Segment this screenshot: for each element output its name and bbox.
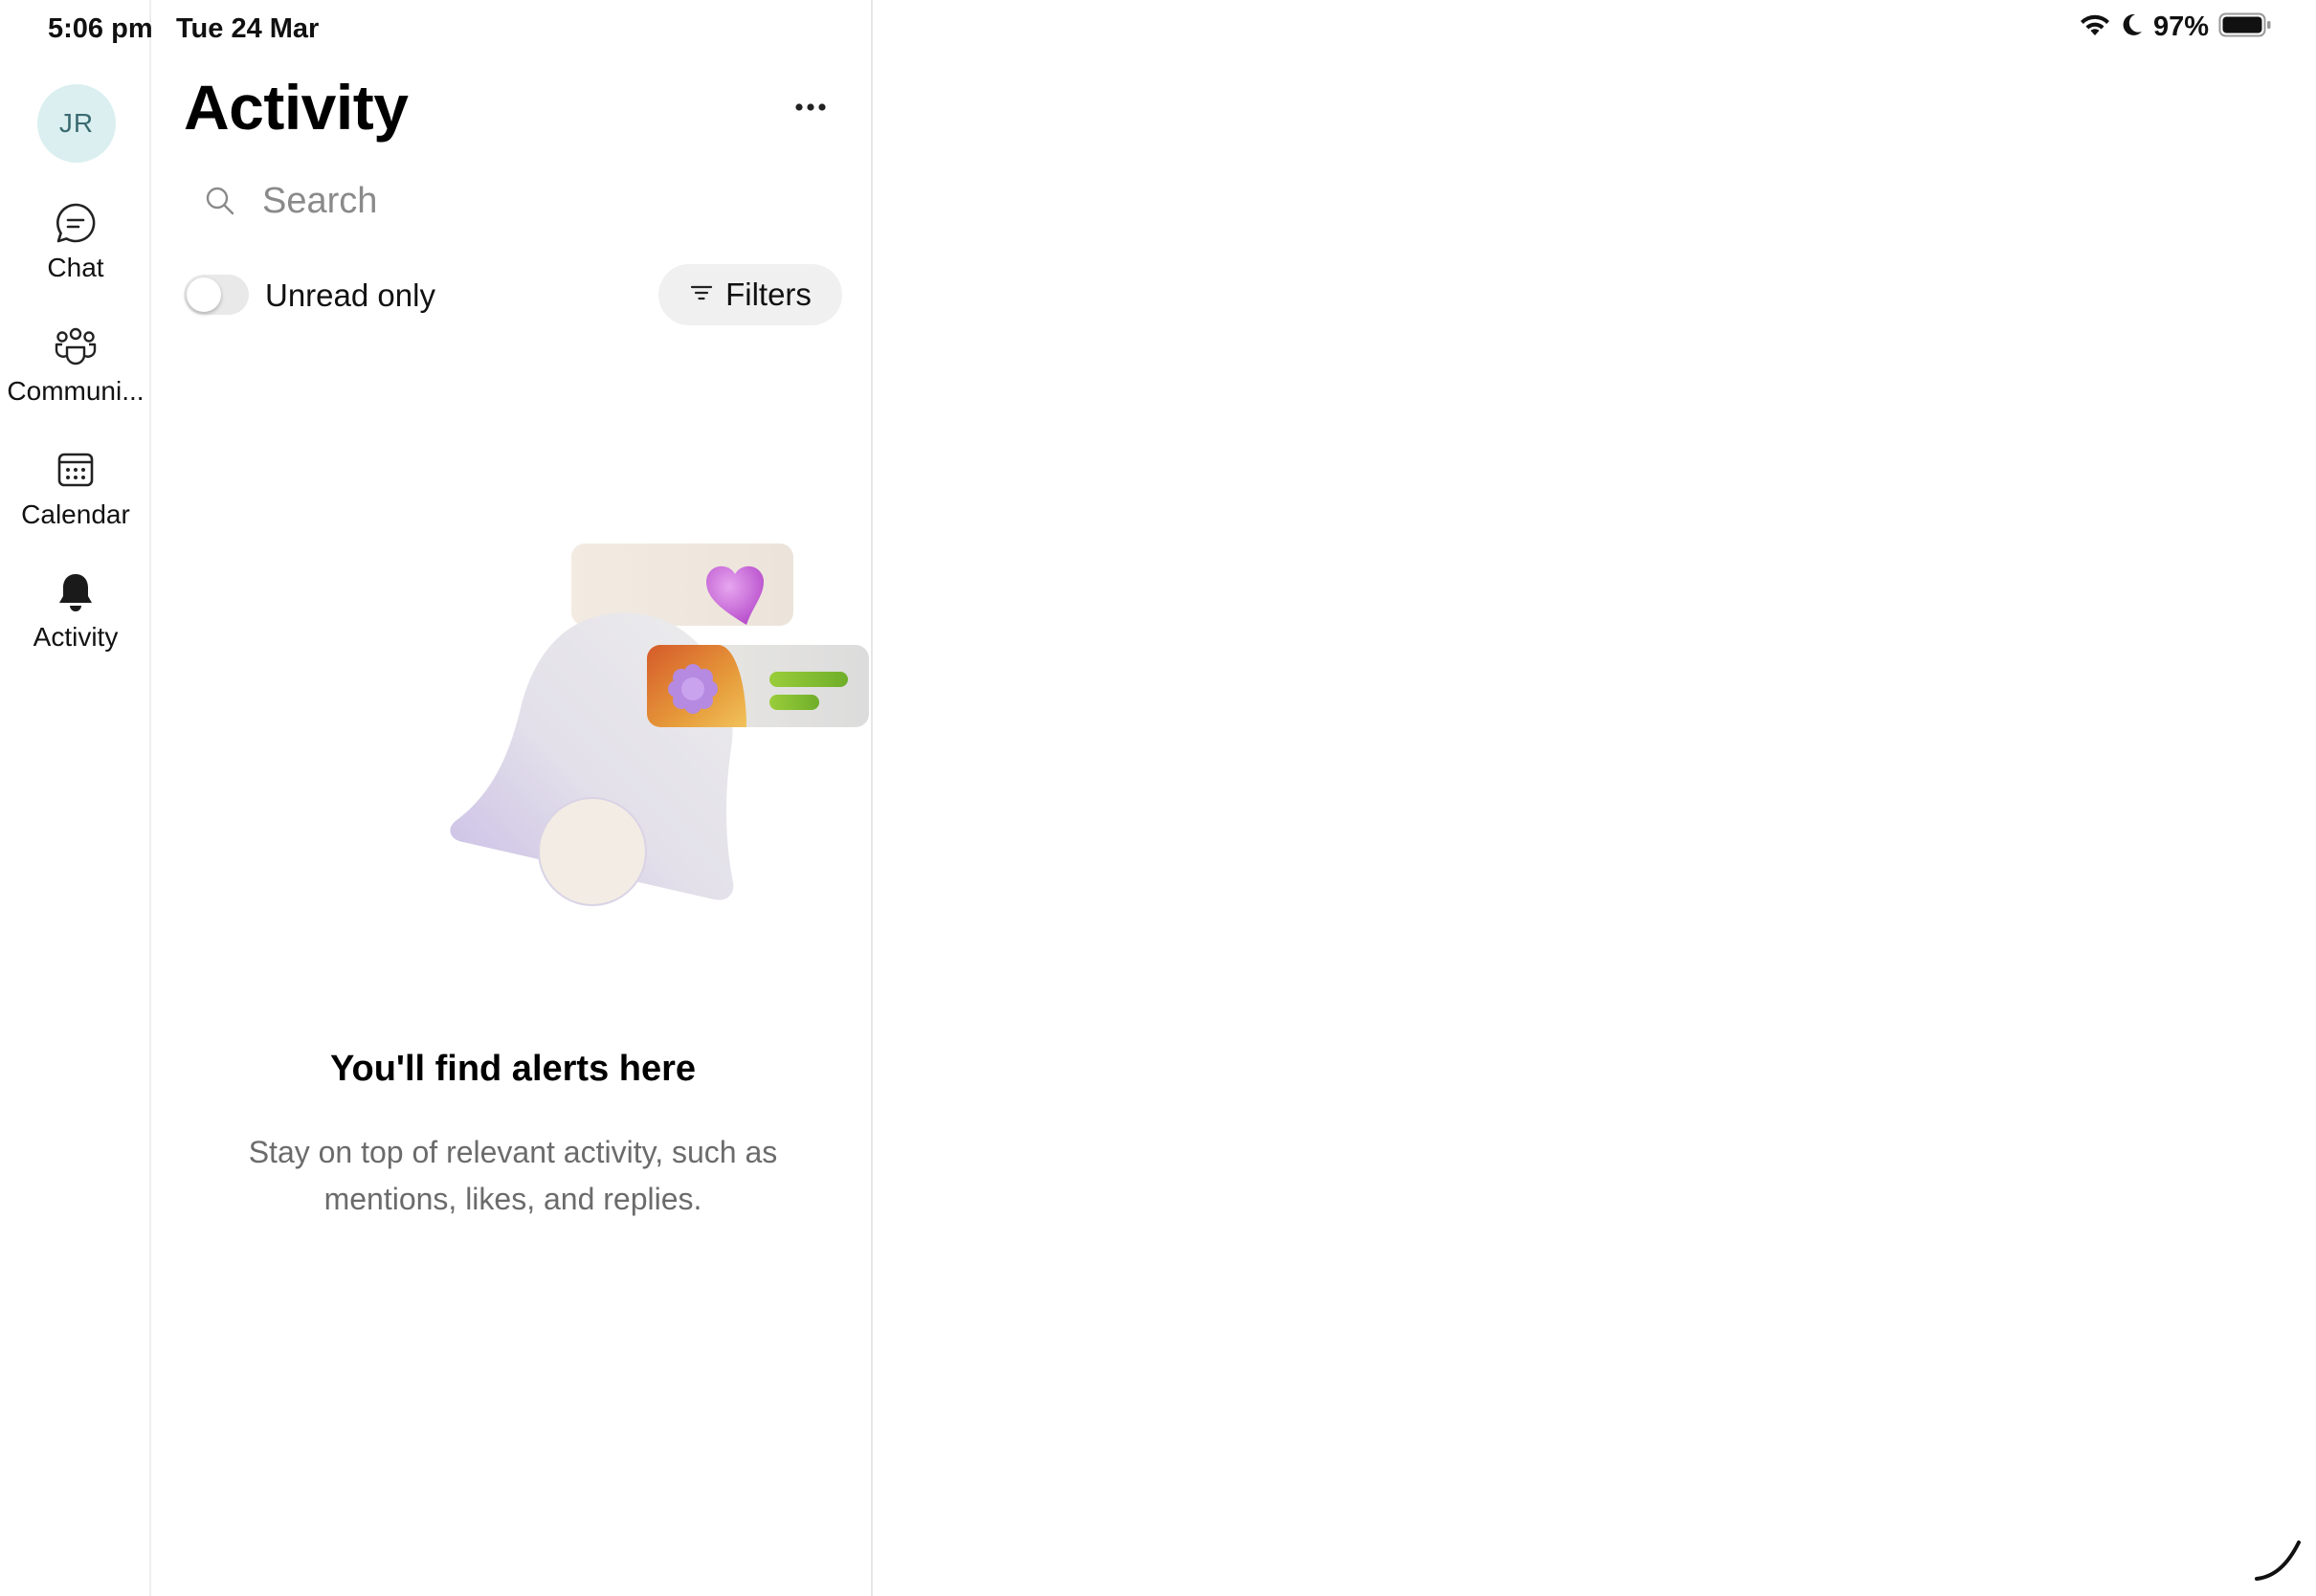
empty-state-description: Stay on top of relevant activity, such a… bbox=[248, 1135, 778, 1216]
filter-icon bbox=[689, 282, 714, 308]
left-nav-rail: JR Chat Communi... Calendar Activity bbox=[0, 0, 151, 1596]
chat-icon bbox=[52, 199, 100, 247]
battery-percent: 97% bbox=[2152, 11, 2209, 42]
rail-item-label: Calendar bbox=[21, 499, 130, 529]
rail-item-label: Chat bbox=[47, 253, 104, 282]
avatar-initials: JR bbox=[58, 108, 95, 138]
rail-item-label: Communi... bbox=[7, 376, 145, 406]
bell-icon bbox=[52, 568, 100, 616]
unread-only-label: Unread only bbox=[265, 277, 435, 313]
moon-icon bbox=[2121, 12, 2144, 42]
more-horizontal-icon bbox=[794, 100, 827, 117]
more-options-button[interactable] bbox=[785, 88, 836, 128]
page-title: Activity bbox=[184, 72, 409, 143]
battery-icon bbox=[2218, 11, 2272, 43]
rail-item-communities[interactable]: Communi... bbox=[0, 322, 151, 407]
search-icon bbox=[201, 182, 239, 220]
avatar[interactable]: JR bbox=[37, 84, 116, 163]
communities-icon bbox=[52, 322, 100, 370]
filters-label: Filters bbox=[725, 277, 812, 312]
rail-item-chat[interactable]: Chat bbox=[0, 199, 151, 283]
search-input[interactable] bbox=[262, 180, 798, 222]
wifi-icon bbox=[2079, 12, 2111, 42]
status-indicators: 97% bbox=[2079, 11, 2272, 43]
activity-pane: Activity Unread only bbox=[153, 0, 873, 1596]
rail-item-label: Activity bbox=[33, 622, 119, 652]
toggle-knob bbox=[187, 277, 221, 312]
filters-button[interactable]: Filters bbox=[658, 264, 842, 325]
empty-state-title: You'll find alerts here bbox=[329, 1049, 697, 1089]
status-time: 5:06 pm bbox=[48, 13, 153, 44]
rail-item-calendar[interactable]: Calendar bbox=[0, 446, 151, 530]
pencil-stroke-indicator bbox=[2249, 1529, 2306, 1586]
rail-item-activity[interactable]: Activity bbox=[0, 568, 151, 653]
search-bar[interactable] bbox=[201, 172, 813, 230]
unread-only-toggle[interactable] bbox=[184, 275, 249, 315]
empty-state-illustration bbox=[297, 536, 890, 938]
calendar-icon bbox=[52, 446, 100, 494]
app-screen: JR Chat Communi... Calendar Activity 5:0… bbox=[0, 0, 2316, 1596]
